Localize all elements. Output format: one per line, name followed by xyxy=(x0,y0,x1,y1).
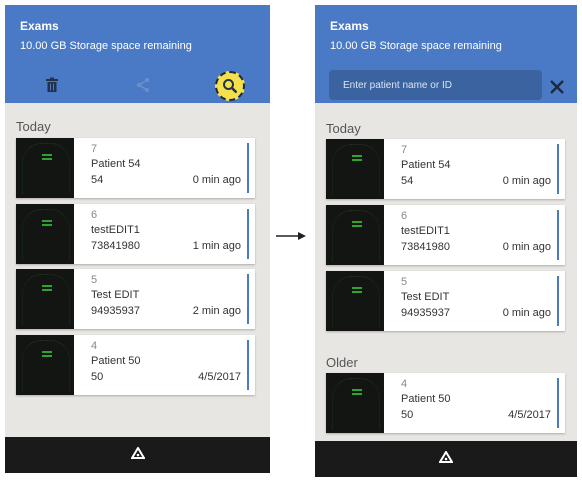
exam-card[interactable]: 5 Test EDIT 94935937 2 min ago xyxy=(16,269,255,329)
card-accent-bar xyxy=(247,143,249,193)
exam-number: 7 xyxy=(91,143,98,155)
patient-name: Patient 54 xyxy=(91,158,141,170)
exam-thumbnail xyxy=(326,271,384,331)
card-accent-bar xyxy=(247,340,249,390)
exam-number: 7 xyxy=(401,144,408,156)
patient-id: 50 xyxy=(401,409,414,421)
patient-name: testEDIT1 xyxy=(91,224,140,236)
home-triangle-icon[interactable] xyxy=(438,450,454,468)
card-accent-bar xyxy=(557,210,559,260)
exams-screen-after: Exams 10.00 GB Storage space remaining T… xyxy=(315,5,577,477)
exam-thumbnail xyxy=(16,204,74,264)
storage-remaining-text: 10.00 GB Storage space remaining xyxy=(20,40,192,52)
exam-number: 6 xyxy=(91,209,98,221)
patient-id: 94935937 xyxy=(401,307,450,319)
exam-time: 1 min ago xyxy=(192,240,241,252)
page-title: Exams xyxy=(330,19,369,33)
close-icon[interactable] xyxy=(549,79,565,95)
exam-thumbnail xyxy=(326,205,384,265)
exam-card[interactable]: 6 testEDIT1 73841980 1 min ago xyxy=(16,204,255,264)
exam-time: 0 min ago xyxy=(502,241,551,253)
patient-id: 54 xyxy=(91,174,104,186)
exam-card[interactable]: 4 Patient 50 50 4/5/2017 xyxy=(326,373,565,433)
exam-number: 6 xyxy=(401,210,408,222)
app-header: Exams 10.00 GB Storage space remaining xyxy=(315,5,577,103)
patient-id: 50 xyxy=(91,371,104,383)
storage-remaining-text: 10.00 GB Storage space remaining xyxy=(330,40,502,52)
section-label-older: Older xyxy=(326,355,358,370)
exam-time: 2 min ago xyxy=(192,305,241,317)
card-accent-bar xyxy=(557,144,559,194)
app-header: Exams 10.00 GB Storage space remaining xyxy=(5,5,270,103)
patient-id: 54 xyxy=(401,175,414,187)
section-label-today: Today xyxy=(326,121,361,136)
exam-thumbnail xyxy=(16,335,74,395)
exam-number: 4 xyxy=(91,340,98,352)
search-icon[interactable] xyxy=(215,71,245,101)
search-input[interactable] xyxy=(329,70,542,100)
patient-id: 94935937 xyxy=(91,305,140,317)
patient-id: 73841980 xyxy=(91,240,140,252)
card-accent-bar xyxy=(247,209,249,259)
exam-time: 0 min ago xyxy=(502,175,551,187)
patient-id: 73841980 xyxy=(401,241,450,253)
card-accent-bar xyxy=(557,276,559,326)
card-accent-bar xyxy=(247,274,249,324)
bottom-nav-bar xyxy=(315,441,577,477)
search-field[interactable] xyxy=(329,70,542,100)
patient-name: Test EDIT xyxy=(401,291,450,303)
exam-time: 4/5/2017 xyxy=(508,409,551,421)
bottom-nav-bar xyxy=(5,437,270,473)
patient-name: Patient 50 xyxy=(401,393,451,405)
exam-time: 0 min ago xyxy=(502,307,551,319)
exam-card[interactable]: 7 Patient 54 54 0 min ago xyxy=(16,138,255,198)
exam-time: 0 min ago xyxy=(192,174,241,186)
card-accent-bar xyxy=(557,378,559,428)
exam-number: 5 xyxy=(91,274,98,286)
patient-name: Test EDIT xyxy=(91,289,140,301)
exam-number: 5 xyxy=(401,276,408,288)
page-title: Exams xyxy=(20,19,59,33)
transition-arrow-icon xyxy=(276,228,306,240)
exams-screen-before: Exams 10.00 GB Storage space remaining T… xyxy=(5,5,270,473)
exam-number: 4 xyxy=(401,378,408,390)
home-triangle-icon[interactable] xyxy=(129,446,146,464)
patient-name: Patient 50 xyxy=(91,355,141,367)
patient-name: Patient 54 xyxy=(401,159,451,171)
patient-name: testEDIT1 xyxy=(401,225,450,237)
exam-card[interactable]: 6 testEDIT1 73841980 0 min ago xyxy=(326,205,565,265)
exam-card[interactable]: 4 Patient 50 50 4/5/2017 xyxy=(16,335,255,395)
section-label-today: Today xyxy=(16,119,51,134)
exam-thumbnail xyxy=(326,139,384,199)
exam-time: 4/5/2017 xyxy=(198,371,241,383)
share-icon[interactable] xyxy=(131,73,155,97)
trash-icon[interactable] xyxy=(40,73,64,97)
exam-thumbnail xyxy=(16,138,74,198)
exam-card[interactable]: 5 Test EDIT 94935937 0 min ago xyxy=(326,271,565,331)
exam-thumbnail xyxy=(16,269,74,329)
exam-thumbnail xyxy=(326,373,384,433)
exam-card[interactable]: 7 Patient 54 54 0 min ago xyxy=(326,139,565,199)
